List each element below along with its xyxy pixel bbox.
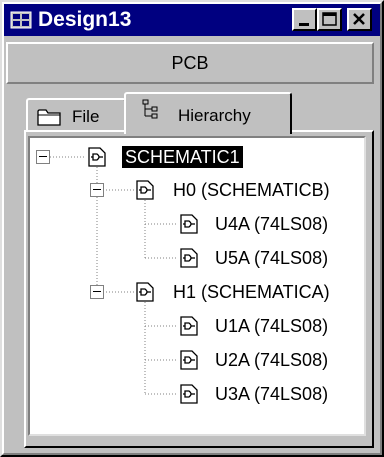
- tree-node-h0[interactable]: H0 (SCHEMATICB): [30, 177, 360, 203]
- design-window: Design13 PCB File Hierarchy SCHEMATIC1 H…: [0, 0, 384, 457]
- tree-node-label: U4A (74LS08): [215, 214, 329, 234]
- schematic-icon: [136, 180, 154, 200]
- tree-node-label: U1A (74LS08): [215, 316, 329, 336]
- tree-node-label: SCHEMATIC1: [122, 146, 243, 168]
- schematic-icon: [88, 147, 106, 167]
- tree-node-label: U2A (74LS08): [215, 350, 329, 370]
- design-manager-icon: [10, 11, 32, 29]
- pcb-button[interactable]: PCB: [6, 42, 374, 84]
- tree-node-h1[interactable]: H1 (SCHEMATICA): [30, 279, 360, 305]
- maximize-button[interactable]: [317, 8, 342, 31]
- hierarchy-tree[interactable]: SCHEMATIC1 H0 (SCHEMATICB) U4A (74LS08) …: [28, 136, 366, 436]
- tab-hierarchy-label: Hierarchy: [178, 106, 251, 125]
- tab-hierarchy[interactable]: Hierarchy: [124, 92, 292, 134]
- tab-file-label: File: [72, 107, 100, 126]
- tree-node-label: U3A (74LS08): [215, 384, 329, 404]
- tree-node-label: H1 (SCHEMATICA): [173, 282, 330, 302]
- schematic-icon: [180, 384, 198, 404]
- tree-node-u1a[interactable]: U1A (74LS08): [30, 313, 360, 339]
- tree-node-root[interactable]: SCHEMATIC1: [30, 144, 330, 170]
- window-title: Design13: [38, 8, 132, 31]
- hierarchy-panel: SCHEMATIC1 H0 (SCHEMATICB) U4A (74LS08) …: [24, 130, 374, 448]
- tree-node-label: U5A (74LS08): [215, 248, 329, 268]
- tree-node-u5a[interactable]: U5A (74LS08): [30, 245, 360, 271]
- tree-node-u3a[interactable]: U3A (74LS08): [30, 381, 360, 407]
- tab-file[interactable]: File: [26, 98, 126, 132]
- hierarchy-icon: [142, 99, 158, 119]
- collapse-toggle[interactable]: [90, 183, 104, 197]
- title-bar[interactable]: Design13: [4, 4, 380, 36]
- close-icon: [353, 13, 365, 25]
- schematic-icon: [136, 282, 154, 302]
- schematic-icon: [180, 248, 198, 268]
- tree-node-u2a[interactable]: U2A (74LS08): [30, 347, 360, 373]
- collapse-toggle[interactable]: [36, 150, 50, 164]
- close-button[interactable]: [347, 8, 372, 31]
- maximize-icon: [322, 12, 337, 26]
- tree-node-label: H0 (SCHEMATICB): [173, 180, 330, 200]
- minimize-button[interactable]: [292, 8, 317, 31]
- minimize-icon: [299, 23, 309, 26]
- schematic-icon: [180, 214, 198, 234]
- collapse-toggle[interactable]: [90, 285, 104, 299]
- schematic-icon: [180, 350, 198, 370]
- folder-icon: [37, 109, 61, 126]
- tree-node-u4a[interactable]: U4A (74LS08): [30, 211, 360, 237]
- schematic-icon: [180, 316, 198, 336]
